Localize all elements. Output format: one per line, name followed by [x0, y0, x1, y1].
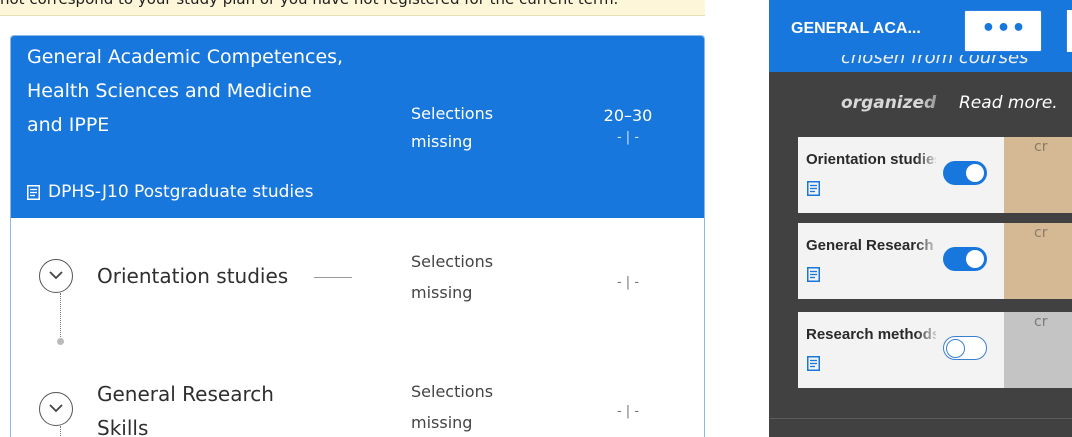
study-plan-tree: General Academic Competences, Health Sci… — [10, 35, 705, 437]
expand-toggle[interactable] — [39, 392, 73, 426]
tab-general-academic[interactable]: GENERAL ACA... — [791, 20, 921, 38]
document-icon — [27, 184, 40, 200]
registration-notice: not correspond to your study plan or you… — [0, 0, 705, 16]
credit-cell: cr — [1004, 137, 1072, 213]
toggle-knob — [946, 338, 965, 358]
name-fade — [916, 233, 940, 257]
toggle-knob — [966, 164, 984, 182]
expand-toggle[interactable] — [39, 259, 73, 293]
credit-label: cr — [1034, 314, 1048, 330]
group-status: Selections missing — [411, 104, 494, 151]
chevron-down-icon — [49, 404, 63, 413]
row-connector-line — [314, 277, 352, 278]
row-credits: - | - — [616, 404, 640, 419]
course-card-research-methods: Research methods cr — [798, 312, 1072, 388]
document-icon[interactable] — [807, 356, 820, 371]
description-line: chosen from courses — [841, 55, 1029, 68]
credit-label: cr — [1034, 225, 1048, 241]
group-credits: 20–30 - | - — [583, 102, 673, 146]
tree-connector — [60, 293, 61, 339]
group-title: General Academic Competences, Health Sci… — [27, 46, 344, 136]
group-code[interactable]: DPHS-J10 Postgraduate studies — [27, 182, 313, 202]
select-toggle[interactable] — [943, 247, 987, 271]
toggle-knob — [966, 250, 984, 268]
course-card-body[interactable]: Research methods — [798, 312, 1004, 388]
document-icon[interactable] — [807, 267, 820, 282]
tree-row-general-research-skills: General Research Skills Selections missi… — [11, 376, 704, 437]
more-options-button[interactable]: ••• — [964, 10, 1042, 52]
document-icon[interactable] — [807, 181, 820, 196]
row-status: Selections missing — [411, 382, 494, 432]
chevron-down-icon — [49, 271, 63, 280]
course-card-body[interactable]: Orientation studies — [798, 137, 1004, 213]
panel-divider — [769, 418, 1072, 419]
read-more-link[interactable]: Read more. — [959, 93, 1058, 113]
credit-cell: cr — [1004, 312, 1072, 388]
description-fade-mask — [919, 88, 959, 120]
row-title[interactable]: Orientation studies — [97, 259, 288, 293]
group-header[interactable]: General Academic Competences, Health Sci… — [11, 36, 704, 218]
group-code-label: DPHS-J10 Postgraduate studies — [48, 182, 314, 202]
select-toggle[interactable] — [943, 336, 987, 360]
tree-node-dot — [57, 338, 64, 345]
row-status: Selections missing — [411, 252, 494, 302]
course-card-general-research: General Research Skills cr — [798, 223, 1072, 299]
notice-text: not correspond to your study plan or you… — [0, 0, 618, 8]
next-tab-button[interactable] — [1066, 10, 1072, 52]
row-title[interactable]: General Research Skills — [97, 377, 297, 437]
group-credits-sub: - | - — [616, 130, 640, 145]
row-credits: - | - — [616, 275, 640, 290]
select-toggle[interactable] — [943, 161, 987, 185]
credit-label: cr — [1034, 139, 1048, 155]
credit-cell: cr — [1004, 223, 1072, 299]
group-credits-range: 20–30 — [603, 106, 653, 125]
tree-row-orientation-studies: Orientation studies Selections missing -… — [11, 246, 704, 356]
course-card-body[interactable]: General Research Skills — [798, 223, 1004, 299]
tree-connector — [60, 426, 61, 437]
name-fade — [916, 322, 940, 346]
course-selection-panel: GENERAL ACA... ••• chosen from courses o… — [769, 0, 1072, 437]
course-card-orientation: Orientation studies cr — [798, 137, 1072, 213]
name-fade — [916, 147, 940, 171]
more-icon: ••• — [981, 16, 1027, 41]
